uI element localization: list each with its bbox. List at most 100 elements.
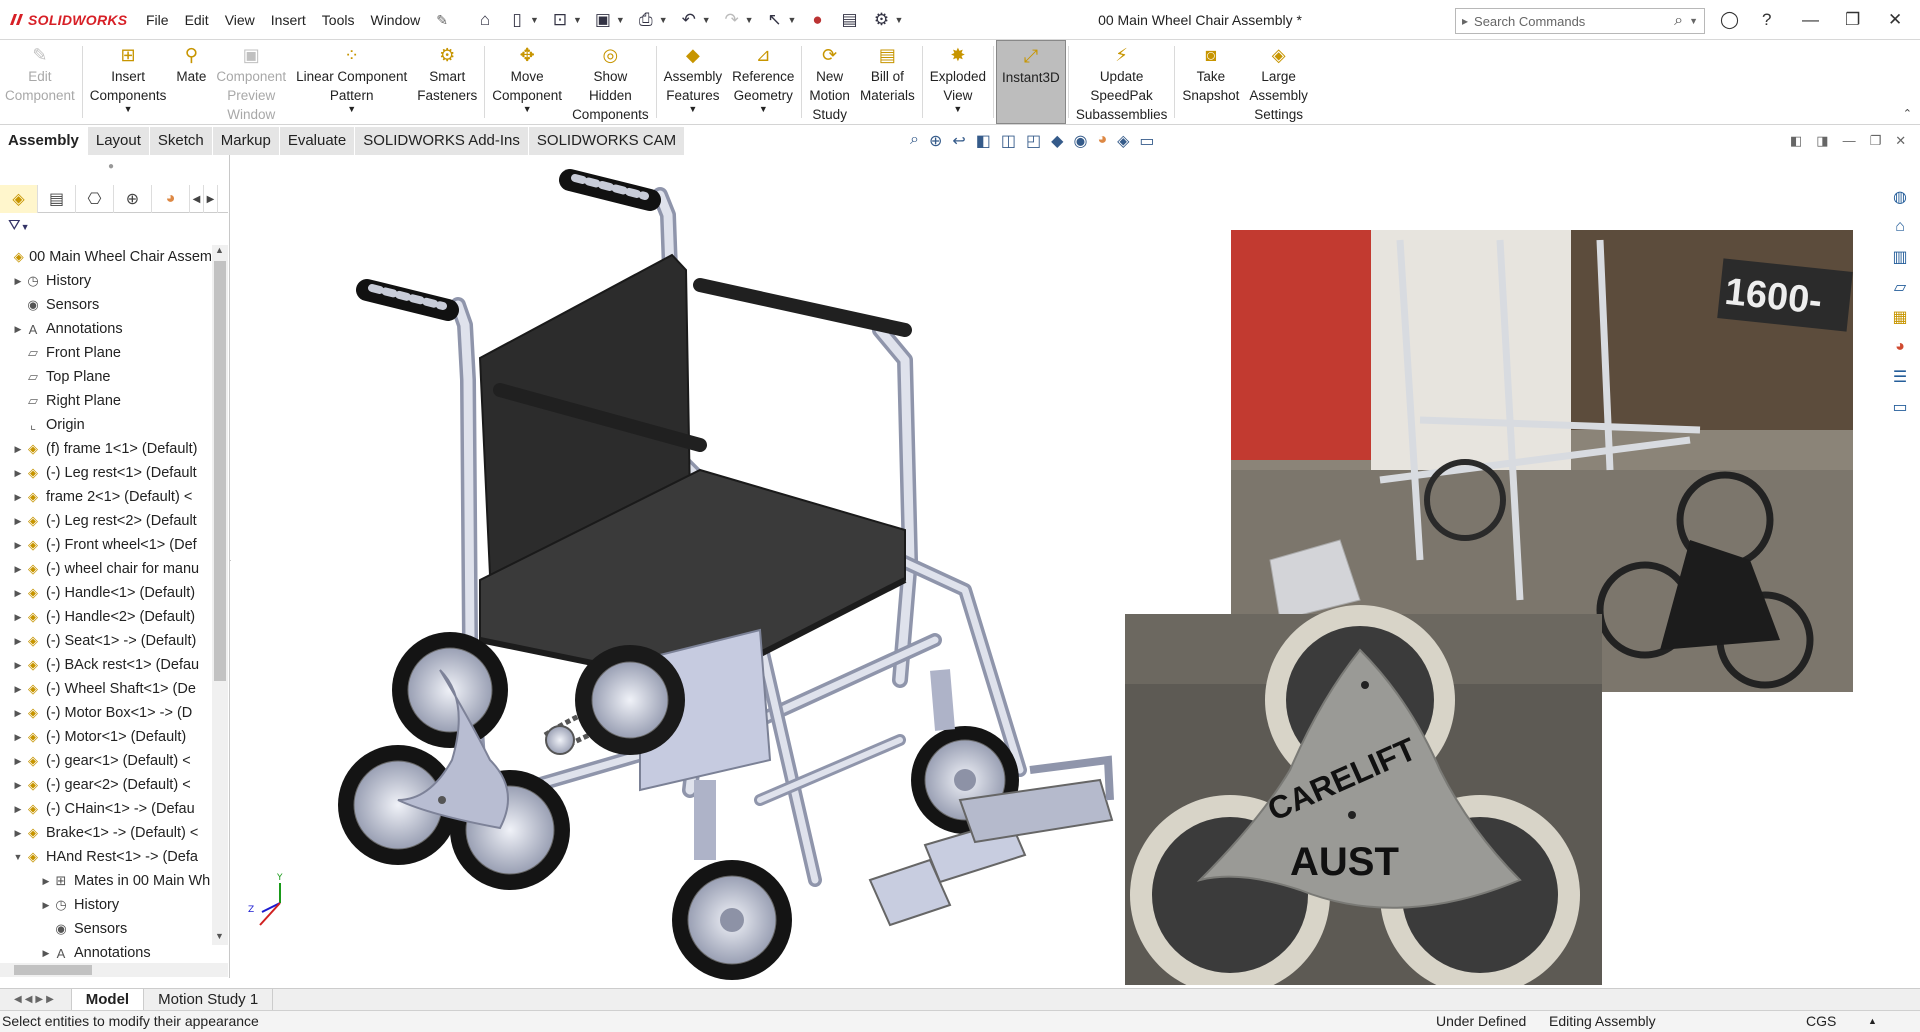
tree-scrollbar[interactable]: ▲ ▼ <box>212 245 228 945</box>
wheelchair-model[interactable]: Y Z 1600- CARELIFT AUST <box>231 155 1880 985</box>
tab-addins[interactable]: SOLIDWORKS Add-Ins <box>355 127 529 155</box>
configuration-manager-tab-icon[interactable]: ⎔ <box>76 185 114 213</box>
panel-tabs-prev-icon[interactable]: ◀ <box>190 185 204 213</box>
ribbon-exploded-view-button[interactable]: ✸ Exploded View ▼ <box>925 40 991 124</box>
restore-icon[interactable]: ❐ <box>1845 10 1860 30</box>
expand-arrow-icon[interactable]: ▶ <box>12 684 24 695</box>
menu-tools[interactable]: Tools <box>314 0 363 40</box>
tree-node[interactable]: ▶ ◈ (-) Front wheel<1> (Def <box>0 533 212 557</box>
tile-left-icon[interactable]: ◧ <box>1790 133 1802 149</box>
options-dropdown-icon[interactable]: ▼ <box>894 15 903 25</box>
view-palette-icon[interactable]: ▦ <box>1888 305 1912 329</box>
account-icon[interactable]: ◯ <box>1720 10 1739 30</box>
expand-arrow-icon[interactable]: ▶ <box>12 564 24 575</box>
expand-arrow-icon[interactable]: ▶ <box>40 876 52 887</box>
ribbon-show-hidden-button[interactable]: ◎ Show Hidden Components <box>567 40 654 124</box>
tree-node[interactable]: ▱ Top Plane <box>0 365 212 389</box>
ribbon-reference-geometry-button[interactable]: ⊿ Reference Geometry ▼ <box>727 40 799 124</box>
expand-arrow-icon[interactable]: ▶ <box>12 708 24 719</box>
appearances-icon[interactable]: ◕ <box>1888 335 1912 359</box>
expand-arrow-icon[interactable]: ▶ <box>12 588 24 599</box>
tree-node[interactable]: ▶ ◈ frame 2<1> (Default) < <box>0 485 212 509</box>
tree-node[interactable]: ▶ A Annotations <box>0 941 212 965</box>
solidworks-resources-icon[interactable]: ◍ <box>1888 185 1912 209</box>
redo-icon[interactable]: ↷ <box>721 9 743 31</box>
expand-arrow-icon[interactable]: ▶ <box>12 780 24 791</box>
forum-icon[interactable]: ▭ <box>1888 395 1912 419</box>
collapse-arrow-icon[interactable]: ▼ <box>12 852 24 862</box>
search-commands-input[interactable]: ▸ Search Commands ⌕ ▼ <box>1455 8 1705 34</box>
tree-scroll-thumb[interactable] <box>214 261 226 681</box>
graphics-close-icon[interactable]: ✕ <box>1895 133 1906 149</box>
expand-arrow-icon[interactable]: ▶ <box>12 828 24 839</box>
search-dropdown-icon[interactable]: ▼ <box>1689 16 1698 26</box>
view-orientation-icon[interactable]: ◰ <box>1026 131 1041 151</box>
close-icon[interactable]: ✕ <box>1888 10 1902 30</box>
file-properties-icon[interactable]: ▤ <box>838 9 860 31</box>
tree-node[interactable]: ▶ ◈ (-) Seat<1> -> (Default) <box>0 629 212 653</box>
print-icon[interactable]: ⎙ <box>635 9 657 31</box>
graphics-minimize-icon[interactable]: — <box>1843 133 1856 149</box>
tree-horizontal-scrollbar[interactable] <box>0 963 228 977</box>
status-units[interactable]: CGS <box>1806 1011 1836 1032</box>
undo-dropdown-icon[interactable]: ▼ <box>702 15 711 25</box>
expand-arrow-icon[interactable]: ▶ <box>12 660 24 671</box>
menu-file[interactable]: File <box>138 0 177 40</box>
collapse-ribbon-icon[interactable]: ⌃ <box>1903 107 1912 120</box>
save-icon[interactable]: ▣ <box>592 9 614 31</box>
ribbon-linear-pattern-button[interactable]: ⁘ Linear Component Pattern ▼ <box>291 40 412 124</box>
hide-show-icon[interactable]: ◉ <box>1073 131 1087 151</box>
tree-node[interactable]: ▶ ◈ (-) Leg rest<1> (Default <box>0 461 212 485</box>
tab-layout[interactable]: Layout <box>87 127 150 155</box>
tree-node[interactable]: ◉ Sensors <box>0 917 212 941</box>
undo-icon[interactable]: ↶ <box>678 9 700 31</box>
expand-arrow-icon[interactable]: ▶ <box>40 900 52 911</box>
ribbon-move-component-button[interactable]: ✥ Move Component ▼ <box>487 40 567 124</box>
tree-node[interactable]: ▶ ◈ (-) CHain<1> -> (Defau <box>0 797 212 821</box>
tab-cam[interactable]: SOLIDWORKS CAM <box>528 127 686 155</box>
tree-node[interactable]: ◉ Sensors <box>0 293 212 317</box>
display-style-icon[interactable]: ◆ <box>1051 131 1063 151</box>
select-dropdown-icon[interactable]: ▼ <box>788 15 797 25</box>
ribbon-dropdown-icon[interactable]: ▼ <box>953 105 962 114</box>
expand-arrow-icon[interactable]: ▶ <box>12 516 24 527</box>
section-view-icon[interactable]: ◧ <box>976 131 991 151</box>
redo-dropdown-icon[interactable]: ▼ <box>745 15 754 25</box>
tab-assembly[interactable]: Assembly <box>0 127 88 155</box>
tree-node[interactable]: ▶ ◈ (-) BAck rest<1> (Defau <box>0 653 212 677</box>
options-gear-icon[interactable]: ⚙ <box>870 9 892 31</box>
expand-arrow-icon[interactable]: ▶ <box>12 468 24 479</box>
ribbon-insert-components-button[interactable]: ⊞ Insert Components ▼ <box>85 40 172 124</box>
ribbon-preview-window-button[interactable]: ▣ Component Preview Window <box>211 40 291 124</box>
tree-node[interactable]: ⌞ Origin <box>0 413 212 437</box>
tree-node[interactable]: ▶ ◈ (-) gear<1> (Default) < <box>0 749 212 773</box>
menu-window[interactable]: Window <box>362 0 428 40</box>
tree-node[interactable]: ▶ ◈ (-) gear<2> (Default) < <box>0 773 212 797</box>
horizontal-scroll-thumb[interactable] <box>14 965 92 975</box>
graphics-area[interactable]: Y Z 1600- CARELIFT AUST <box>231 155 1880 985</box>
tree-filter-icon[interactable]: ⛛▼ <box>8 217 30 234</box>
expand-arrow-icon[interactable]: ▶ <box>12 612 24 623</box>
search-icon[interactable]: ⌕ <box>1674 12 1683 30</box>
home-icon[interactable]: ⌂ <box>474 9 496 31</box>
menu-insert[interactable]: Insert <box>263 0 314 40</box>
open-icon[interactable]: ⊡ <box>549 9 571 31</box>
ribbon-edit-component-button[interactable]: ✎ Edit Component <box>0 40 80 124</box>
expand-arrow-icon[interactable]: ▶ <box>12 540 24 551</box>
view-settings-icon[interactable]: ▭ <box>1139 131 1154 151</box>
expand-arrow-icon[interactable]: ▶ <box>12 636 24 647</box>
panel-grip-icon[interactable]: ● <box>108 161 114 172</box>
tree-node[interactable]: ◈ 00 Main Wheel Chair Assem <box>0 245 212 269</box>
minimize-icon[interactable]: — <box>1802 10 1819 30</box>
ribbon-dropdown-icon[interactable]: ▼ <box>688 105 697 114</box>
display-manager-tab-icon[interactable]: ◕ <box>152 185 190 213</box>
ribbon-smart-fasteners-button[interactable]: ⚙ Smart Fasteners <box>412 40 482 124</box>
tab-nav-arrows[interactable]: ◀◀▶▶ <box>0 989 72 1010</box>
custom-properties-icon[interactable]: ☰ <box>1888 365 1912 389</box>
tile-right-icon[interactable]: ◨ <box>1816 133 1828 149</box>
file-explorer-icon[interactable]: ▱ <box>1888 275 1912 299</box>
ribbon-dropdown-icon[interactable]: ▼ <box>347 105 356 114</box>
select-icon[interactable]: ↖ <box>764 9 786 31</box>
tree-node[interactable]: ▼ ◈ HAnd Rest<1> -> (Defa <box>0 845 212 869</box>
tab-model[interactable]: Model <box>71 989 145 1010</box>
